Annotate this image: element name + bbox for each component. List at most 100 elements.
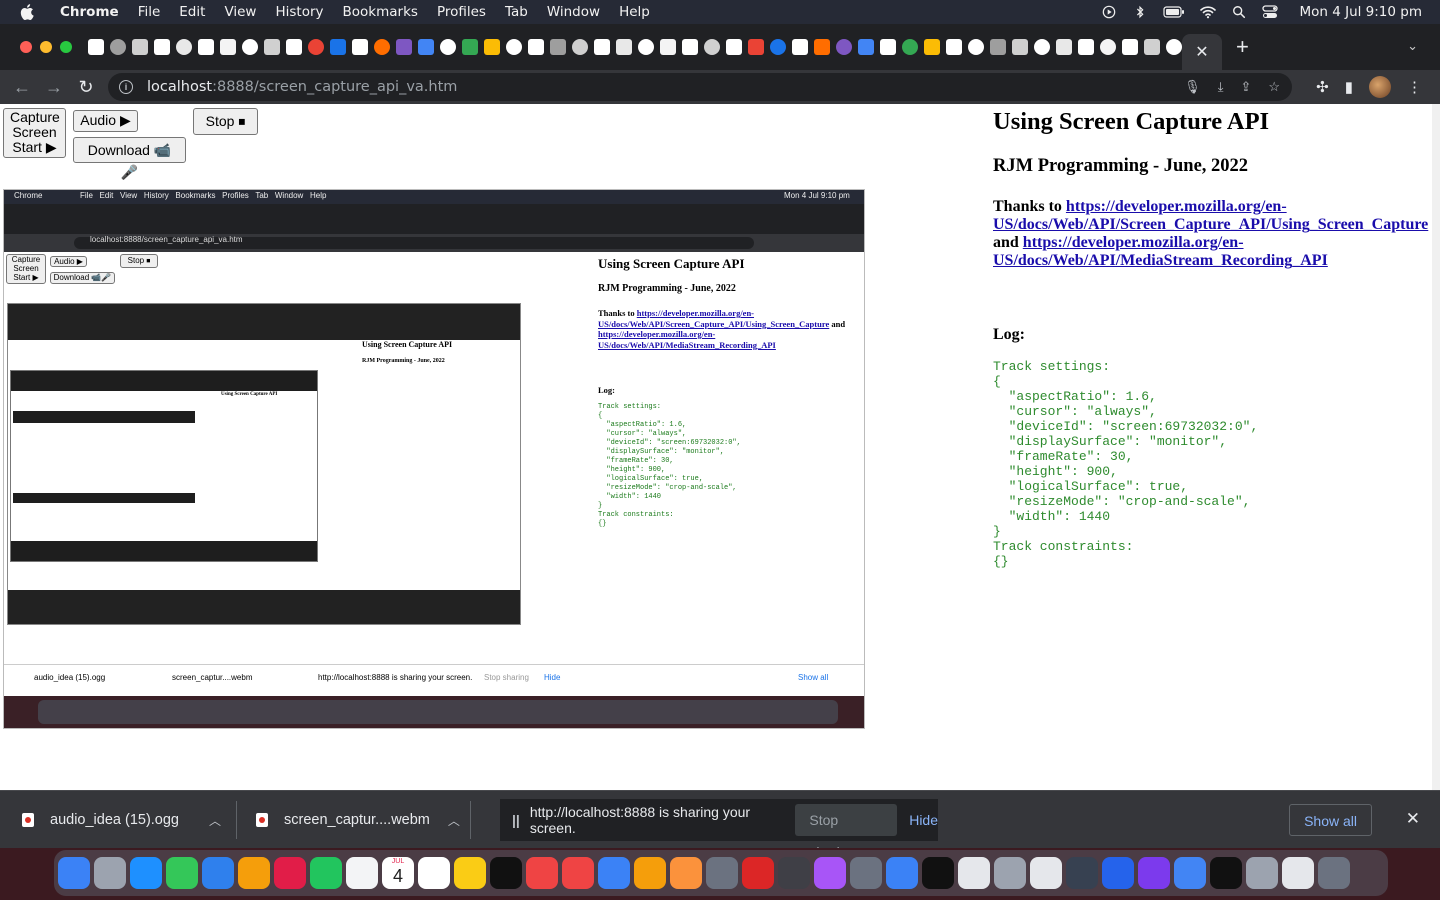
hide-sharing-bar-button[interactable]: Hide	[909, 812, 938, 828]
dock-app-icon[interactable]	[742, 857, 774, 889]
zoom-window-icon[interactable]	[60, 41, 72, 53]
close-shelf-icon[interactable]: ✕	[1406, 809, 1420, 829]
dock-app-icon[interactable]	[130, 857, 162, 889]
tab-favicon-icon[interactable]	[946, 39, 962, 55]
spotlight-search-icon[interactable]	[1231, 5, 1247, 19]
dock-app-icon[interactable]	[706, 857, 738, 889]
tab-favicon-icon[interactable]	[1078, 39, 1094, 55]
address-url[interactable]: localhost:8888/screen_capture_api_va.htm	[147, 79, 457, 95]
tab-favicon-icon[interactable]	[638, 39, 654, 55]
menu-help[interactable]: Help	[619, 4, 650, 20]
screen-capture-video[interactable]: Chrome File Edit View History Bookmarks …	[3, 189, 865, 729]
bookmark-star-icon[interactable]: ☆	[1268, 79, 1280, 95]
dock-app-icon[interactable]	[886, 857, 918, 889]
control-center-icon[interactable]	[1262, 5, 1279, 19]
close-window-icon[interactable]	[20, 41, 32, 53]
tab-favicon-icon[interactable]	[220, 39, 236, 55]
tab-favicon-icon[interactable]	[814, 39, 830, 55]
dock-calendar-icon[interactable]: JUL 4	[382, 857, 414, 889]
tab-close-icon[interactable]: ✕	[1195, 42, 1208, 62]
menu-window[interactable]: Window	[547, 4, 600, 20]
tab-favicon-icon[interactable]	[792, 39, 808, 55]
share-icon[interactable]: ⇪	[1240, 79, 1251, 95]
tab-favicon-icon[interactable]	[308, 39, 324, 55]
dock-app-icon[interactable]	[958, 857, 990, 889]
show-all-downloads-button[interactable]: Show all	[1289, 804, 1372, 836]
dock-app-icon[interactable]	[1066, 857, 1098, 889]
link-media-recording-docs[interactable]: https://developer.mozilla.org/en-US/docs…	[993, 234, 1328, 269]
dock-app-icon[interactable]	[1318, 857, 1350, 889]
dock-app-icon[interactable]	[778, 857, 810, 889]
site-info-icon[interactable]: i	[119, 80, 133, 94]
menu-bookmarks[interactable]: Bookmarks	[343, 4, 418, 20]
tab-favicon-icon[interactable]	[1012, 39, 1028, 55]
tab-favicon-icon[interactable]	[880, 39, 896, 55]
tab-favicon-icon[interactable]	[836, 39, 852, 55]
tab-favicon-icon[interactable]	[858, 39, 874, 55]
play-circle-icon[interactable]	[1101, 5, 1117, 19]
tab-favicon-icon[interactable]	[528, 39, 544, 55]
dock-app-icon[interactable]	[94, 857, 126, 889]
dock-app-icon[interactable]	[814, 857, 846, 889]
minimize-window-icon[interactable]	[40, 41, 52, 53]
dock-app-icon[interactable]	[850, 857, 882, 889]
tab-favicon-icon[interactable]	[242, 39, 258, 55]
forward-arrow-icon[interactable]: →	[38, 77, 70, 98]
tab-favicon-icon[interactable]	[176, 39, 192, 55]
tab-favicon-icon[interactable]	[396, 39, 412, 55]
active-tab[interactable]: ✕	[1182, 34, 1222, 70]
tab-favicon-icon[interactable]	[902, 39, 918, 55]
tab-favicon-icon[interactable]	[264, 39, 280, 55]
dock-app-icon[interactable]	[634, 857, 666, 889]
tab-favicon-icon[interactable]	[352, 39, 368, 55]
new-tab-button[interactable]: +	[1236, 36, 1249, 58]
reload-icon[interactable]: ↻	[70, 77, 102, 98]
bluetooth-icon[interactable]	[1132, 5, 1148, 19]
tab-favicon-icon[interactable]	[594, 39, 610, 55]
tab-favicon-icon[interactable]	[418, 39, 434, 55]
page-scrollbar[interactable]	[1432, 104, 1440, 790]
menu-history[interactable]: History	[275, 4, 323, 20]
dock-app-icon[interactable]	[1102, 857, 1134, 889]
chevron-up-icon[interactable]: ︿	[448, 812, 460, 829]
tab-favicon-icon[interactable]	[374, 39, 390, 55]
dock-app-icon[interactable]	[58, 857, 90, 889]
install-icon[interactable]: ⤓	[1218, 79, 1224, 95]
menu-edit[interactable]: Edit	[179, 4, 205, 20]
dock-app-icon[interactable]	[202, 857, 234, 889]
address-bar[interactable]: i localhost:8888/screen_capture_api_va.h…	[108, 73, 1292, 101]
menubar-clock[interactable]: Mon 4 Jul 9:10 pm	[1299, 4, 1422, 20]
download-item-audio[interactable]: audio_idea (15).ogg ︿	[22, 791, 221, 849]
tab-favicon-icon[interactable]	[506, 39, 522, 55]
dock-app-icon[interactable]	[1210, 857, 1242, 889]
dock-app-icon[interactable]	[598, 857, 630, 889]
tab-favicon-icon[interactable]	[660, 39, 676, 55]
dock-app-icon[interactable]	[490, 857, 522, 889]
dock-app-icon[interactable]	[922, 857, 954, 889]
battery-icon[interactable]	[1163, 5, 1185, 19]
menu-profiles[interactable]: Profiles	[437, 4, 486, 20]
back-arrow-icon[interactable]: ←	[6, 77, 38, 98]
download-button[interactable]: Download 📹🎤	[73, 137, 186, 180]
tab-favicon-icon[interactable]	[1144, 39, 1160, 55]
tab-favicon-icon[interactable]	[286, 39, 302, 55]
tab-favicon-icon[interactable]	[462, 39, 478, 55]
wifi-icon[interactable]	[1200, 5, 1217, 19]
extensions-puzzle-icon[interactable]: ✣	[1316, 78, 1329, 96]
download-item-video[interactable]: screen_captur....webm ︿	[256, 791, 460, 849]
dock-app-icon[interactable]	[670, 857, 702, 889]
tab-search-icon[interactable]: ⌄	[1407, 38, 1418, 54]
tab-favicon-icon[interactable]	[1056, 39, 1072, 55]
dock-app-icon[interactable]	[418, 857, 450, 889]
kebab-menu-icon[interactable]: ⋮	[1407, 78, 1422, 96]
tab-favicon-icon[interactable]	[572, 39, 588, 55]
apple-icon[interactable]	[20, 4, 34, 20]
tab-favicon-icon[interactable]	[682, 39, 698, 55]
menu-view[interactable]: View	[224, 4, 256, 20]
dock-app-icon[interactable]	[238, 857, 270, 889]
microphone-icon[interactable]: 🎙	[1184, 79, 1201, 95]
dock-app-icon[interactable]	[310, 857, 342, 889]
dock-app-icon[interactable]	[1030, 857, 1062, 889]
dock-app-icon[interactable]	[454, 857, 486, 889]
tab-favicon-icon[interactable]	[704, 39, 720, 55]
